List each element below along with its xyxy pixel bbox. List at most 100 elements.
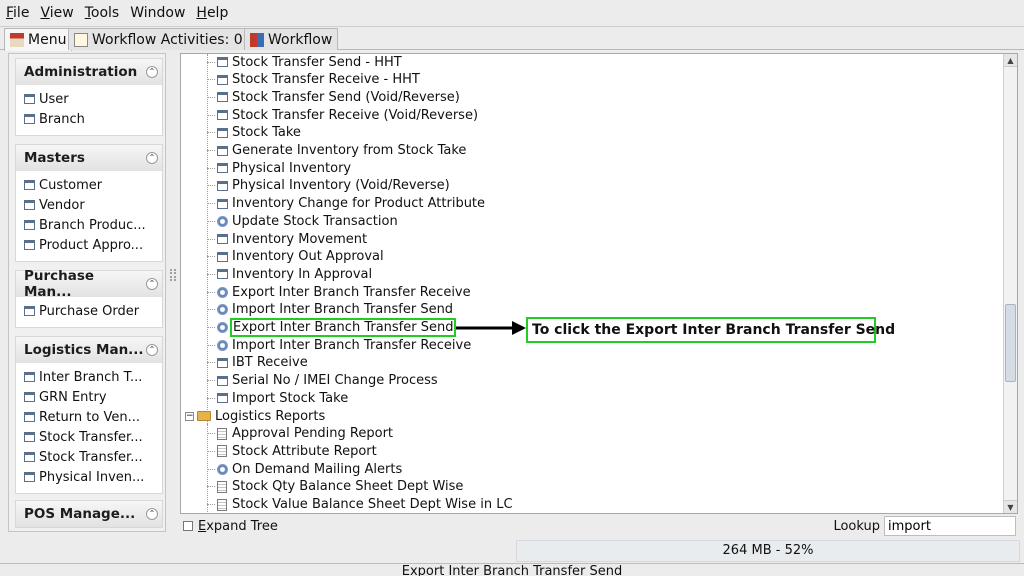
tab-label: Menu bbox=[28, 32, 67, 48]
window-icon bbox=[217, 92, 228, 103]
tree-connector bbox=[207, 132, 215, 134]
scroll-down-icon[interactable]: ▼ bbox=[1004, 500, 1017, 513]
annotation-text: To click the Export Inter Branch Transfe… bbox=[532, 322, 896, 338]
sidebar-item[interactable]: Customer bbox=[16, 175, 162, 195]
tree-item[interactable]: Import Stock Take bbox=[207, 389, 348, 407]
menu-help[interactable]: Help bbox=[196, 5, 228, 21]
tree-item[interactable]: Stock Take bbox=[207, 124, 301, 142]
tab-menu[interactable]: Menu bbox=[4, 28, 73, 51]
sidebar-section-header[interactable]: Purchase Man... ⌃ bbox=[16, 268, 162, 300]
sidebar-section-header[interactable]: Logistics Man... ⌃ bbox=[16, 337, 162, 363]
tab-workflow-activities[interactable]: Workflow Activities: 0 bbox=[68, 28, 249, 50]
window-icon bbox=[24, 94, 35, 104]
scroll-thumb[interactable] bbox=[1005, 304, 1016, 382]
sidebar-section-items: Purchase Order bbox=[16, 297, 162, 327]
tree-item[interactable]: Approval Pending Report bbox=[207, 425, 393, 443]
sidebar-item-label: Branch Produc... bbox=[39, 217, 146, 233]
tree-item[interactable]: Generate Inventory from Stock Take bbox=[207, 142, 466, 160]
window-icon bbox=[217, 357, 228, 368]
tree-item[interactable]: IBT Receive bbox=[207, 354, 308, 372]
sidebar-item[interactable]: Product Appro... bbox=[16, 235, 162, 255]
tree-item[interactable]: Serial No / IMEI Change Process bbox=[207, 372, 438, 390]
lookup-input[interactable] bbox=[884, 516, 1016, 536]
sidebar-section: POS Manage... ⌃ bbox=[15, 500, 163, 528]
splitter-handle[interactable] bbox=[168, 53, 178, 532]
sidebar-item[interactable]: Branch bbox=[16, 109, 162, 129]
annotation-callout: To click the Export Inter Branch Transfe… bbox=[526, 317, 895, 343]
sidebar-item[interactable]: Inter Branch T... bbox=[16, 367, 162, 387]
tree-item-label: Logistics Reports bbox=[215, 408, 326, 424]
tree-item[interactable]: Stock Value Balance Sheet Dept Wise in L… bbox=[207, 496, 513, 514]
scroll-up-icon[interactable]: ▲ bbox=[1004, 54, 1017, 67]
menu-label: iew bbox=[49, 5, 74, 21]
tree-item[interactable]: Stock Transfer Send (Void/Reverse) bbox=[207, 88, 460, 106]
tree-item-label: Inventory Movement bbox=[232, 231, 368, 247]
sidebar-item[interactable]: Stock Transfer... bbox=[16, 427, 162, 447]
tree-item[interactable]: Inventory Change for Product Attribute bbox=[207, 195, 485, 213]
tree-item[interactable]: Export Inter Branch Transfer Send bbox=[207, 318, 457, 337]
tree-item-label: Inventory In Approval bbox=[232, 266, 373, 282]
sidebar-section-header[interactable]: Administration ⌃ bbox=[16, 59, 162, 85]
tree-item-label: IBT Receive bbox=[232, 355, 308, 371]
tree-item[interactable]: Stock Transfer Receive (Void/Reverse) bbox=[207, 106, 478, 124]
tree-item[interactable]: Physical Inventory bbox=[207, 159, 351, 177]
menu-view[interactable]: View bbox=[40, 5, 73, 21]
tree-item[interactable]: Stock Transfer Receive - HHT bbox=[207, 71, 420, 89]
window-icon bbox=[24, 372, 35, 382]
tree-item[interactable]: Export Inter Branch Transfer Receive bbox=[207, 283, 471, 301]
collapse-icon[interactable]: ⌃ bbox=[146, 344, 158, 356]
tree-connector bbox=[207, 114, 215, 116]
sidebar-item[interactable]: Branch Produc... bbox=[16, 215, 162, 235]
tree-connector bbox=[207, 380, 215, 382]
tree-item-label: Stock Transfer Receive (Void/Reverse) bbox=[232, 107, 479, 123]
tree-item[interactable]: Inventory Out Approval bbox=[207, 248, 384, 266]
menu-tools[interactable]: Tools bbox=[85, 5, 120, 21]
sidebar-item-label: Purchase Order bbox=[39, 303, 140, 319]
tree-item[interactable]: Import Inter Branch Transfer Receive bbox=[207, 336, 471, 354]
sidebar-section-header[interactable]: Masters ⌃ bbox=[16, 145, 162, 171]
tab-workflow[interactable]: Workflow bbox=[244, 28, 339, 50]
sidebar-item[interactable]: Purchase Order bbox=[16, 301, 162, 321]
menu-label: ile bbox=[13, 5, 30, 21]
sidebar-item[interactable]: Vendor bbox=[16, 195, 162, 215]
sidebar-item[interactable]: Return to Ven... bbox=[16, 407, 162, 427]
collapse-icon[interactable]: ⌃ bbox=[146, 66, 158, 78]
window-icon bbox=[217, 127, 228, 138]
collapse-node-icon[interactable]: − bbox=[185, 411, 194, 421]
sidebar-item[interactable]: User bbox=[16, 89, 162, 109]
sidebar-item[interactable]: Stock Transfer... bbox=[16, 447, 162, 467]
tree-item[interactable]: Inventory In Approval bbox=[207, 265, 372, 283]
window-icon bbox=[24, 240, 35, 250]
tree-item[interactable]: Import Inter Branch Transfer Send bbox=[207, 301, 453, 319]
menu-file[interactable]: File bbox=[6, 5, 29, 21]
tree-item[interactable]: Physical Inventory (Void/Reverse) bbox=[207, 177, 450, 195]
tree-connector bbox=[207, 468, 215, 470]
collapse-icon[interactable]: ⌃ bbox=[146, 278, 158, 290]
tree-connector bbox=[207, 185, 215, 187]
sidebar-item-label: GRN Entry bbox=[39, 389, 107, 405]
tree-item-label: Inventory Change for Product Attribute bbox=[232, 196, 486, 212]
sidebar-section-header[interactable]: POS Manage... ⌃ bbox=[16, 501, 162, 527]
menu-window[interactable]: Window bbox=[130, 5, 185, 21]
tree-item[interactable]: − Logistics Reports bbox=[185, 407, 325, 425]
sidebar-item-label: User bbox=[39, 91, 69, 107]
tree-item[interactable]: On Demand Mailing Alerts bbox=[207, 460, 402, 478]
expand-tree-checkbox[interactable] bbox=[183, 521, 193, 531]
sidebar-section-title: Administration bbox=[24, 64, 138, 80]
menu-label: elp bbox=[206, 5, 229, 21]
collapse-icon[interactable]: ⌃ bbox=[146, 508, 158, 520]
memory-bar[interactable]: 264 MB - 52% bbox=[516, 540, 1020, 562]
tree-scrollbar[interactable]: ▲ ▼ bbox=[1003, 54, 1017, 513]
window-icon bbox=[24, 432, 35, 442]
sidebar-item[interactable]: Physical Inven... bbox=[16, 467, 162, 487]
tree-item[interactable]: Stock Transfer Send - HHT bbox=[207, 54, 402, 71]
window-icon bbox=[24, 472, 35, 482]
collapse-icon[interactable]: ⌃ bbox=[146, 152, 158, 164]
tree-item[interactable]: Update Stock Transaction bbox=[207, 212, 398, 230]
tree-item[interactable]: Stock Attribute Report bbox=[207, 442, 377, 460]
tree-item[interactable]: Stock Qty Balance Sheet Dept Wise bbox=[207, 478, 463, 496]
menu-bar: File View Tools Window Help bbox=[0, 0, 1024, 27]
tree-item[interactable]: Inventory Movement bbox=[207, 230, 367, 248]
window-icon bbox=[217, 198, 228, 209]
sidebar-item[interactable]: GRN Entry bbox=[16, 387, 162, 407]
